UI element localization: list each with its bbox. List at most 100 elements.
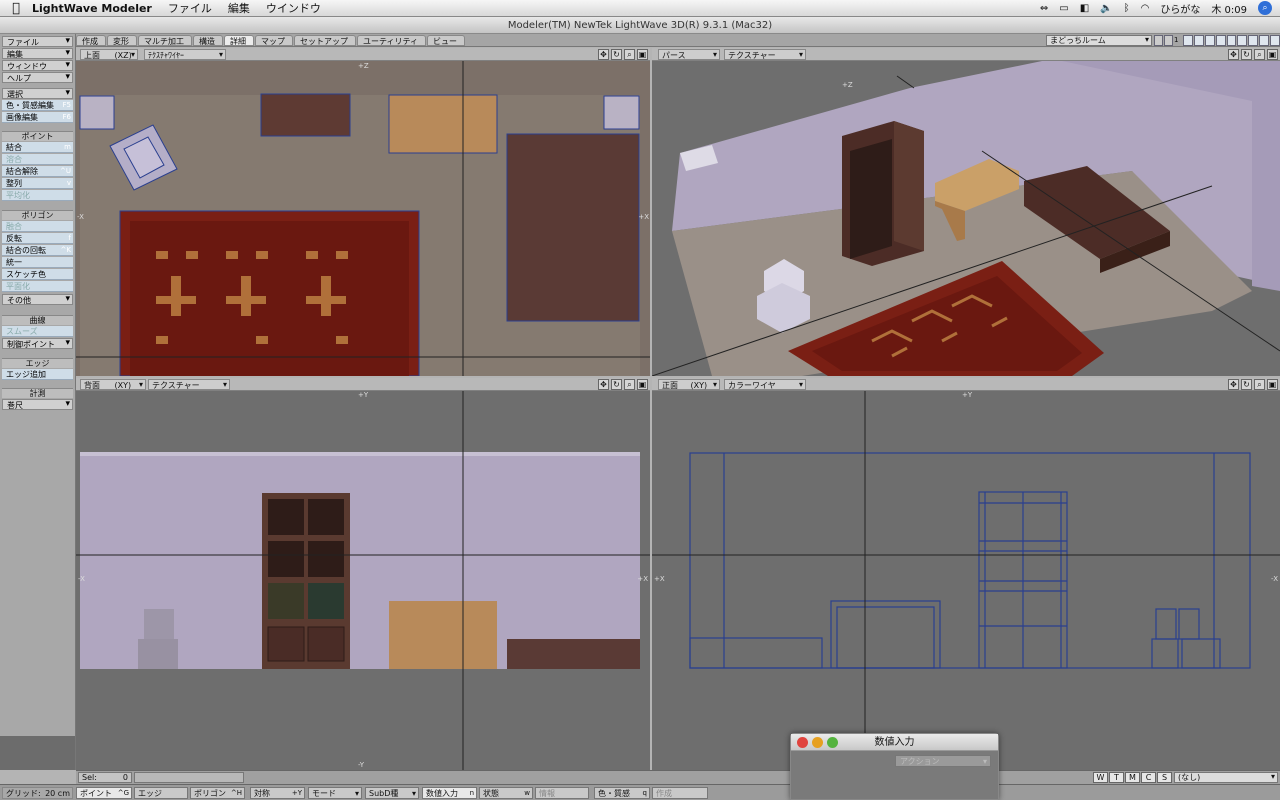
surface-editor-button[interactable]: 色・質感編集 F5 [2,100,73,111]
tab-utility[interactable]: ユーティリティ [357,34,427,46]
wifi-icon[interactable]: ◠ [1141,3,1150,14]
view-type-select[interactable]: パース [658,49,720,60]
render-mode-select[interactable]: ﾃｸｽﾁｬﾜｲﾔｰ [144,49,226,60]
action-select[interactable]: アクション [895,755,991,767]
volume-icon[interactable]: 🔈 [1100,3,1112,14]
menu-edit[interactable]: 編集 [228,0,250,16]
layer-5[interactable] [1226,35,1237,46]
point-average-button[interactable]: 平均化 [2,190,73,201]
layer-9[interactable] [1270,35,1280,46]
layer-8[interactable] [1259,35,1270,46]
menu-file[interactable]: ファイル [168,0,212,16]
app-menu[interactable]: LightWave Modeler [32,2,152,15]
edge-mode-button[interactable]: エッジ [134,787,188,799]
sync-icon[interactable]: ⇔ [1040,3,1048,14]
action-mode-select[interactable]: モード [308,787,362,799]
tab-create[interactable]: 作成 [76,34,106,46]
layer-1[interactable] [1183,35,1193,46]
zoom-icon[interactable]: ⌕ [624,379,635,390]
pan-icon[interactable]: ✥ [598,49,609,60]
polygon-mode-button[interactable]: ポリゴン ^H [190,787,245,799]
add-edge-button[interactable]: エッジ追加 [2,369,73,380]
color-map-button[interactable]: C [1141,772,1156,783]
display-icon[interactable]: ◧ [1080,3,1089,14]
sketch-color-button[interactable]: スケッチ色 [2,269,73,280]
viewport-canvas[interactable]: +Z [652,61,1280,376]
polygon-merge-button[interactable]: 融合 [2,221,73,232]
bluetooth-icon[interactable]: ᛒ [1124,3,1130,14]
point-weld-button[interactable]: 溶合 [2,154,73,165]
rotate-icon[interactable]: ↻ [611,379,622,390]
viewport-canvas[interactable]: +Y -X +X -Y [76,391,650,770]
maximize-icon[interactable]: ▣ [637,379,648,390]
render-mode-select[interactable]: テクスチャー [148,379,230,390]
point-merge-button[interactable]: 結合 m [2,142,73,153]
polygon-flip-button[interactable]: 反転 f [2,233,73,244]
spotlight-icon[interactable]: ⌕ [1258,1,1272,15]
pan-icon[interactable]: ✥ [1228,49,1239,60]
edit-menu[interactable]: 編集 [2,48,73,59]
layer-7[interactable] [1248,35,1259,46]
viewport-perspective[interactable]: パース テクスチャー ✥↻ ⌕▣ [652,48,1280,376]
close-icon[interactable] [797,737,808,748]
symmetry-button[interactable]: 対称 +Y [250,787,305,799]
zoom-icon[interactable]: ⌕ [624,49,635,60]
pan-icon[interactable]: ✥ [1228,379,1239,390]
layer-3[interactable] [1204,35,1215,46]
viewport-top[interactable]: 上面 (XZ) ﾃｸｽﾁｬﾜｲﾔｰ ✥↻ ⌕▣ [76,48,650,376]
rotate-icon[interactable]: ↻ [1241,49,1252,60]
tab-modify[interactable]: 変形 [107,34,137,46]
morph-map-button[interactable]: M [1125,772,1140,783]
viewport-front[interactable]: 正面 (XY) カラーワイヤ ✥↻ ⌕▣ [652,378,1280,770]
tab-construct[interactable]: 構造 [193,34,223,46]
view-type-select[interactable]: 上面 (XZ) [80,49,138,60]
control-point-menu[interactable]: 制御ポイント [2,338,73,349]
point-unweld-button[interactable]: 結合解除 ^U [2,166,73,177]
tab-multiply[interactable]: マルチ加工 [138,34,192,46]
viewport-canvas[interactable]: +Y +X -X [652,391,1280,770]
viewport-back[interactable]: 背面 (XY) テクスチャー ✥↻ ⌕▣ +Y [76,378,650,770]
statistics-button[interactable]: 状態 w [479,787,533,799]
select-menu[interactable]: 選択 [2,88,73,99]
minimize-icon[interactable] [812,737,823,748]
weight-map-button[interactable]: W [1093,772,1108,783]
view-type-select[interactable]: 正面 (XY) [658,379,720,390]
viewport-canvas[interactable]: +Z -X +X [76,61,650,376]
layer-2[interactable] [1193,35,1204,46]
surface-button[interactable]: 色・質感 q [594,787,650,799]
object-select[interactable]: まどっちルーム [1046,35,1152,46]
curve-smooth-button[interactable]: スムーズ [2,326,73,337]
polygon-unify-button[interactable]: 統一 [2,257,73,268]
selection-set-button[interactable]: S [1157,772,1172,783]
window-menu[interactable]: ウィンドウ [2,60,73,71]
layer-6[interactable] [1237,35,1248,46]
numeric-button[interactable]: 数値入力 n [422,787,477,799]
polygon-flatten-button[interactable]: 平面化 [2,281,73,292]
numeric-window-titlebar[interactable]: 数値入力 [791,734,998,751]
subd-type-select[interactable]: SubD種 [365,787,419,799]
pan-icon[interactable]: ✥ [598,379,609,390]
rotate-icon[interactable]: ↻ [611,49,622,60]
help-menu[interactable]: ヘルプ [2,72,73,83]
clock[interactable]: 木 0:09 [1211,1,1247,16]
render-mode-select[interactable]: カラーワイヤ [724,379,806,390]
file-menu[interactable]: ファイル [2,36,73,47]
measure-menu[interactable]: 巻尺 [2,399,73,410]
maximize-icon[interactable]: ▣ [637,49,648,60]
rotate-icon[interactable]: ↻ [1241,379,1252,390]
layer-prev-button[interactable] [1154,35,1163,46]
render-mode-select[interactable]: テクスチャー [724,49,806,60]
layer-4[interactable] [1215,35,1226,46]
tab-map[interactable]: マップ [255,34,293,46]
polygon-spin-button[interactable]: 結合の回転 ^K [2,245,73,256]
vertex-map-select[interactable]: (なし) [1174,772,1278,783]
apple-menu-icon[interactable]:  [0,1,32,16]
input-method[interactable]: ひらがな [1160,1,1200,16]
battery-icon[interactable]: ▭ [1059,3,1068,14]
tab-detail[interactable]: 詳細 [224,34,254,46]
zoom-window-icon[interactable] [827,737,838,748]
zoom-icon[interactable]: ⌕ [1254,379,1265,390]
point-align-button[interactable]: 整列 v [2,178,73,189]
point-mode-button[interactable]: ポイント ^G [76,787,132,799]
tab-view[interactable]: ビュー [427,34,466,46]
